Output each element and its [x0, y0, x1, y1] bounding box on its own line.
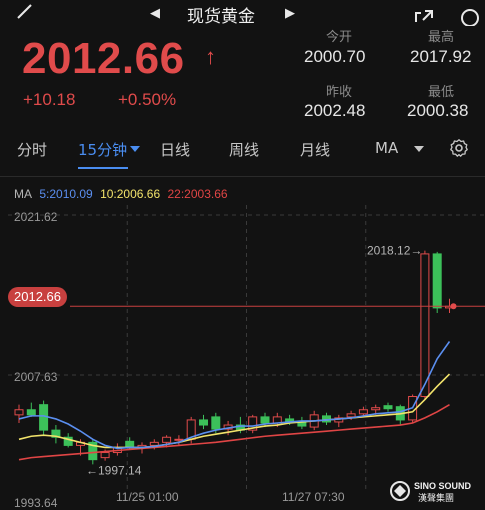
settings-gear-icon[interactable]	[449, 138, 469, 158]
ma22-value: 22:2003.66	[167, 187, 228, 201]
prev-close-label: 昨收	[326, 85, 353, 100]
ma10-value: 10:2006.66	[100, 187, 161, 201]
open-label: 今开	[326, 30, 353, 45]
share-icon[interactable]	[413, 8, 435, 26]
tab-daily[interactable]: 日线	[160, 139, 190, 160]
candle-up	[346, 413, 356, 418]
last-price: 2012.66	[22, 34, 185, 83]
tab-monthly[interactable]: 月线	[300, 139, 330, 160]
tab-indicator-ma[interactable]: MA	[375, 139, 398, 157]
current-price-badge: 2012.66	[8, 287, 67, 307]
ma10-line	[18, 373, 451, 449]
candle-down	[383, 405, 393, 410]
tab-weekly[interactable]: 周线	[229, 139, 259, 160]
page-title: 现货黄金	[187, 7, 255, 27]
candle-up	[358, 409, 368, 415]
candle-up	[14, 409, 24, 416]
price-change-percent: +0.50%	[118, 90, 177, 109]
candle-up	[174, 438, 184, 441]
back-icon[interactable]	[14, 2, 34, 22]
candle-down	[260, 416, 270, 424]
candle-up	[149, 441, 159, 446]
chevron-right-icon[interactable]: ▶	[285, 5, 295, 21]
low-label: 最低	[428, 85, 455, 100]
low-value: 2000.38	[407, 101, 469, 120]
candle-down	[39, 404, 49, 431]
tab-intraday[interactable]: 分时	[17, 139, 47, 160]
period-tabs: 分时 15分钟 日线 周线 月线 MA	[0, 128, 485, 169]
candle-up	[371, 407, 381, 411]
active-tab-indicator	[78, 167, 128, 169]
ma-legend: MA 5:2010.09 10:2006.66 22:2003.66	[14, 187, 232, 201]
sino-sound-logo: SINO SOUND 漢聲集團	[390, 481, 472, 504]
current-price-dot	[450, 303, 457, 310]
caret-down-icon[interactable]	[414, 146, 424, 152]
tab-15min[interactable]: 15分钟	[78, 139, 127, 160]
high-label: 最高	[428, 30, 455, 45]
divider	[0, 176, 485, 177]
candle-up	[162, 436, 172, 443]
open-value: 2000.70	[304, 47, 366, 66]
ma5-line	[18, 341, 451, 450]
ma-label: MA	[14, 187, 32, 201]
candle-up	[420, 253, 430, 398]
x-tick-1: 11/25 01:00	[116, 490, 179, 504]
candle-down	[125, 440, 135, 448]
top-bar: ◀ 现货黄金 ▶	[0, 0, 485, 27]
candle-up	[100, 452, 110, 459]
x-tick-2: 11/27 07:30	[282, 490, 345, 504]
candle-down	[211, 416, 221, 430]
low-annotation: ←1997.14	[86, 463, 142, 477]
up-arrow-icon: ↑	[205, 44, 216, 69]
chevron-left-icon[interactable]: ◀	[150, 5, 160, 21]
caret-down-icon[interactable]	[130, 146, 140, 152]
high-annotation: 2018.12→	[367, 244, 422, 258]
watermark-sub: 漢聲集團	[418, 492, 454, 504]
high-value: 2017.92	[410, 47, 472, 66]
candle-down	[199, 419, 208, 426]
search-icon[interactable]	[458, 8, 482, 26]
prev-close-value: 2002.48	[304, 101, 366, 120]
candle-down	[432, 253, 442, 309]
candlestick-chart[interactable]: 2018.12→ ←1997.14	[0, 205, 485, 490]
ma5-value: 5:2010.09	[39, 187, 93, 201]
y-tick-bottom: 1993.64	[14, 496, 58, 510]
watermark-brand: SINO SOUND	[414, 481, 472, 491]
candle-down	[26, 409, 36, 416]
price-change: +10.18	[23, 90, 76, 109]
